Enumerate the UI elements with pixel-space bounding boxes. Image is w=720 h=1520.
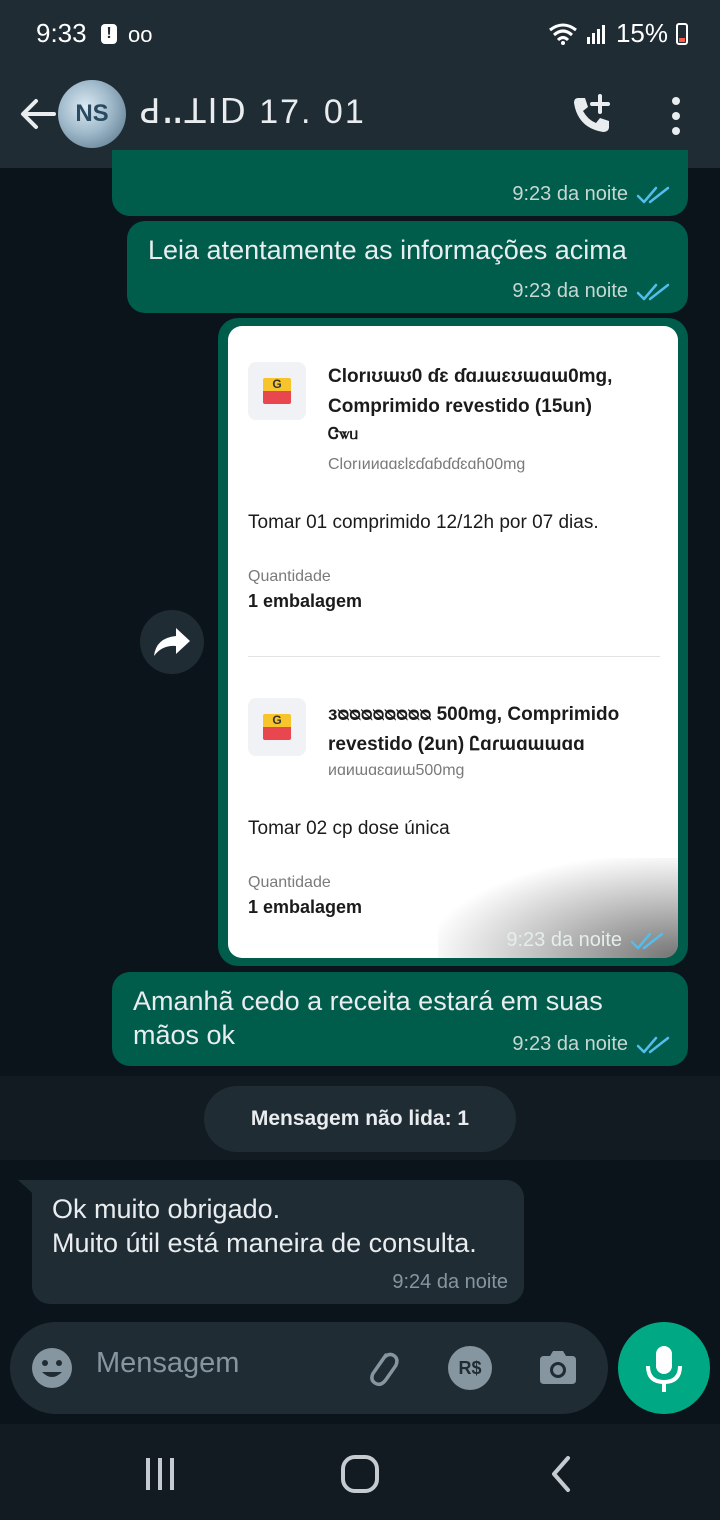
message-bubble-outgoing[interactable]: 9:23 da noite	[112, 150, 688, 216]
double-check-icon	[630, 932, 664, 949]
mic-icon	[646, 1346, 682, 1392]
message-input[interactable]: Mensagem	[96, 1347, 239, 1380]
attach-icon[interactable]	[358, 1344, 406, 1392]
payment-label: R$	[458, 1358, 482, 1378]
message-meta: 9:23 da noite	[512, 1033, 670, 1056]
product-name-line: Comprimido revestido (15un)	[328, 396, 592, 417]
quantity-label: Quantidade	[248, 874, 331, 891]
voicemail-icon: oo	[128, 22, 153, 47]
product-name-line: Ꮳꮤᥙ	[328, 426, 359, 443]
wifi-icon	[549, 23, 577, 45]
pharmacy-logo-icon: G	[263, 714, 291, 740]
dosage-instructions: Tomar 02 cp dose única	[248, 818, 450, 839]
forward-button[interactable]	[140, 610, 204, 674]
forward-icon	[154, 628, 190, 656]
message-meta: 9:23 da noite	[512, 183, 670, 206]
battery-icon	[676, 22, 688, 45]
avatar-text: NS	[75, 100, 109, 127]
message-text: Ok muito obrigado. Muito útil está manei…	[52, 1192, 477, 1260]
recents-icon[interactable]	[138, 1452, 182, 1496]
message-line: Muito útil está maneira de consulta.	[52, 1228, 477, 1258]
message-meta: 9:23 da noite	[506, 929, 664, 952]
double-check-icon	[636, 1036, 670, 1053]
status-right: 15%	[548, 18, 688, 49]
double-check-icon	[636, 186, 670, 203]
status-bar: 9:33 ! oo 15%	[0, 0, 720, 68]
back-nav-icon[interactable]	[540, 1452, 584, 1496]
prescription-card[interactable]: G Clorıʊɯʊ0 ɗɛ ɗɑɹɯɛʊɯɑɯ0mg, Comprimido …	[228, 326, 678, 958]
product-name: Clorıʊɯʊ0 ɗɛ ɗɑɹɯɛʊɯɑɯ0mg, Comprimido re…	[328, 362, 612, 448]
home-icon[interactable]	[338, 1452, 382, 1496]
message-line: Amanhã cedo a receita estará em suas	[133, 986, 603, 1016]
message-line: Ok muito obrigado.	[52, 1194, 281, 1224]
message-time: 9:23 da noite	[512, 1033, 628, 1055]
message-time: 9:23 da noite	[512, 280, 628, 302]
message-time: 9:24 da noite	[392, 1271, 508, 1293]
camera-icon[interactable]	[534, 1344, 582, 1392]
message-bubble-outgoing[interactable]: Amanhã cedo a receita estará em suas mão…	[112, 972, 688, 1066]
signal-icon	[586, 24, 605, 44]
avatar[interactable]: NS	[58, 80, 126, 148]
product-image: G	[248, 362, 306, 420]
battery-percent: 15%	[615, 18, 668, 48]
message-time: 9:23 da noite	[506, 929, 622, 951]
arrow-left-icon[interactable]	[16, 92, 60, 136]
double-check-icon	[636, 283, 670, 300]
alert-icon: !	[101, 24, 117, 44]
product-name-line: ᴈᴓᴓᴓᴓᴓᴓᴓᴓ 500mg, Comprimido	[328, 704, 620, 725]
product-name-line: revestido (2un) Ꮭɑɾɯɑɯɯɑɑ	[328, 734, 585, 755]
message-bubble-outgoing[interactable]: Leia atentamente as informações acima 9:…	[127, 221, 688, 313]
product-subtitle: Clorıᴎᴎɑɑɛlɛɗɑɓɗɗɛɑɦ00mg	[328, 456, 526, 473]
mic-button[interactable]	[618, 1322, 710, 1414]
payment-icon[interactable]: R$	[448, 1346, 492, 1390]
contact-name[interactable]: ꓒꓺꓕꓲꓓ 17. 01	[140, 92, 366, 132]
dosage-instructions: Tomar 01 comprimido 12/12h por 07 dias.	[248, 512, 599, 533]
more-vert-icon[interactable]	[662, 96, 690, 136]
call-add-icon[interactable]	[570, 92, 614, 136]
message-bubble-incoming[interactable]: Ok muito obrigado. Muito útil está manei…	[32, 1180, 524, 1304]
product-image: G	[248, 698, 306, 756]
product-name: ᴈᴓᴓᴓᴓᴓᴓᴓᴓ 500mg, Comprimido revestido (2…	[328, 700, 619, 760]
status-time: 9:33	[36, 18, 87, 48]
unread-badge: Mensagem não lida: 1	[204, 1086, 516, 1152]
quantity-value: 1 embalagem	[248, 591, 363, 611]
message-composer[interactable]: Mensagem R$	[10, 1322, 608, 1414]
message-meta: 9:24 da noite	[392, 1271, 508, 1294]
product-name-line: Clorıʊɯʊ0 ɗɛ ɗɑɹɯɛʊɯɑɯ0mg,	[328, 366, 613, 387]
emoji-icon[interactable]	[28, 1344, 76, 1392]
pharmacy-logo-icon: G	[263, 378, 291, 404]
divider	[248, 656, 660, 657]
product-subtitle: ᴎɑᴎɯɑɛɑᴎɯ500mg	[328, 762, 465, 779]
message-meta: 9:23 da noite	[512, 280, 670, 303]
message-card-outgoing[interactable]: G Clorıʊɯʊ0 ɗɛ ɗɑɹɯɛʊɯɑɯ0mg, Comprimido …	[218, 318, 688, 966]
message-text: Leia atentamente as informações acima	[148, 235, 627, 265]
message-time: 9:23 da noite	[512, 183, 628, 205]
quantity-value: 1 embalagem	[248, 897, 363, 917]
quantity-label: Quantidade	[248, 568, 331, 585]
system-nav-bar	[0, 1424, 720, 1520]
